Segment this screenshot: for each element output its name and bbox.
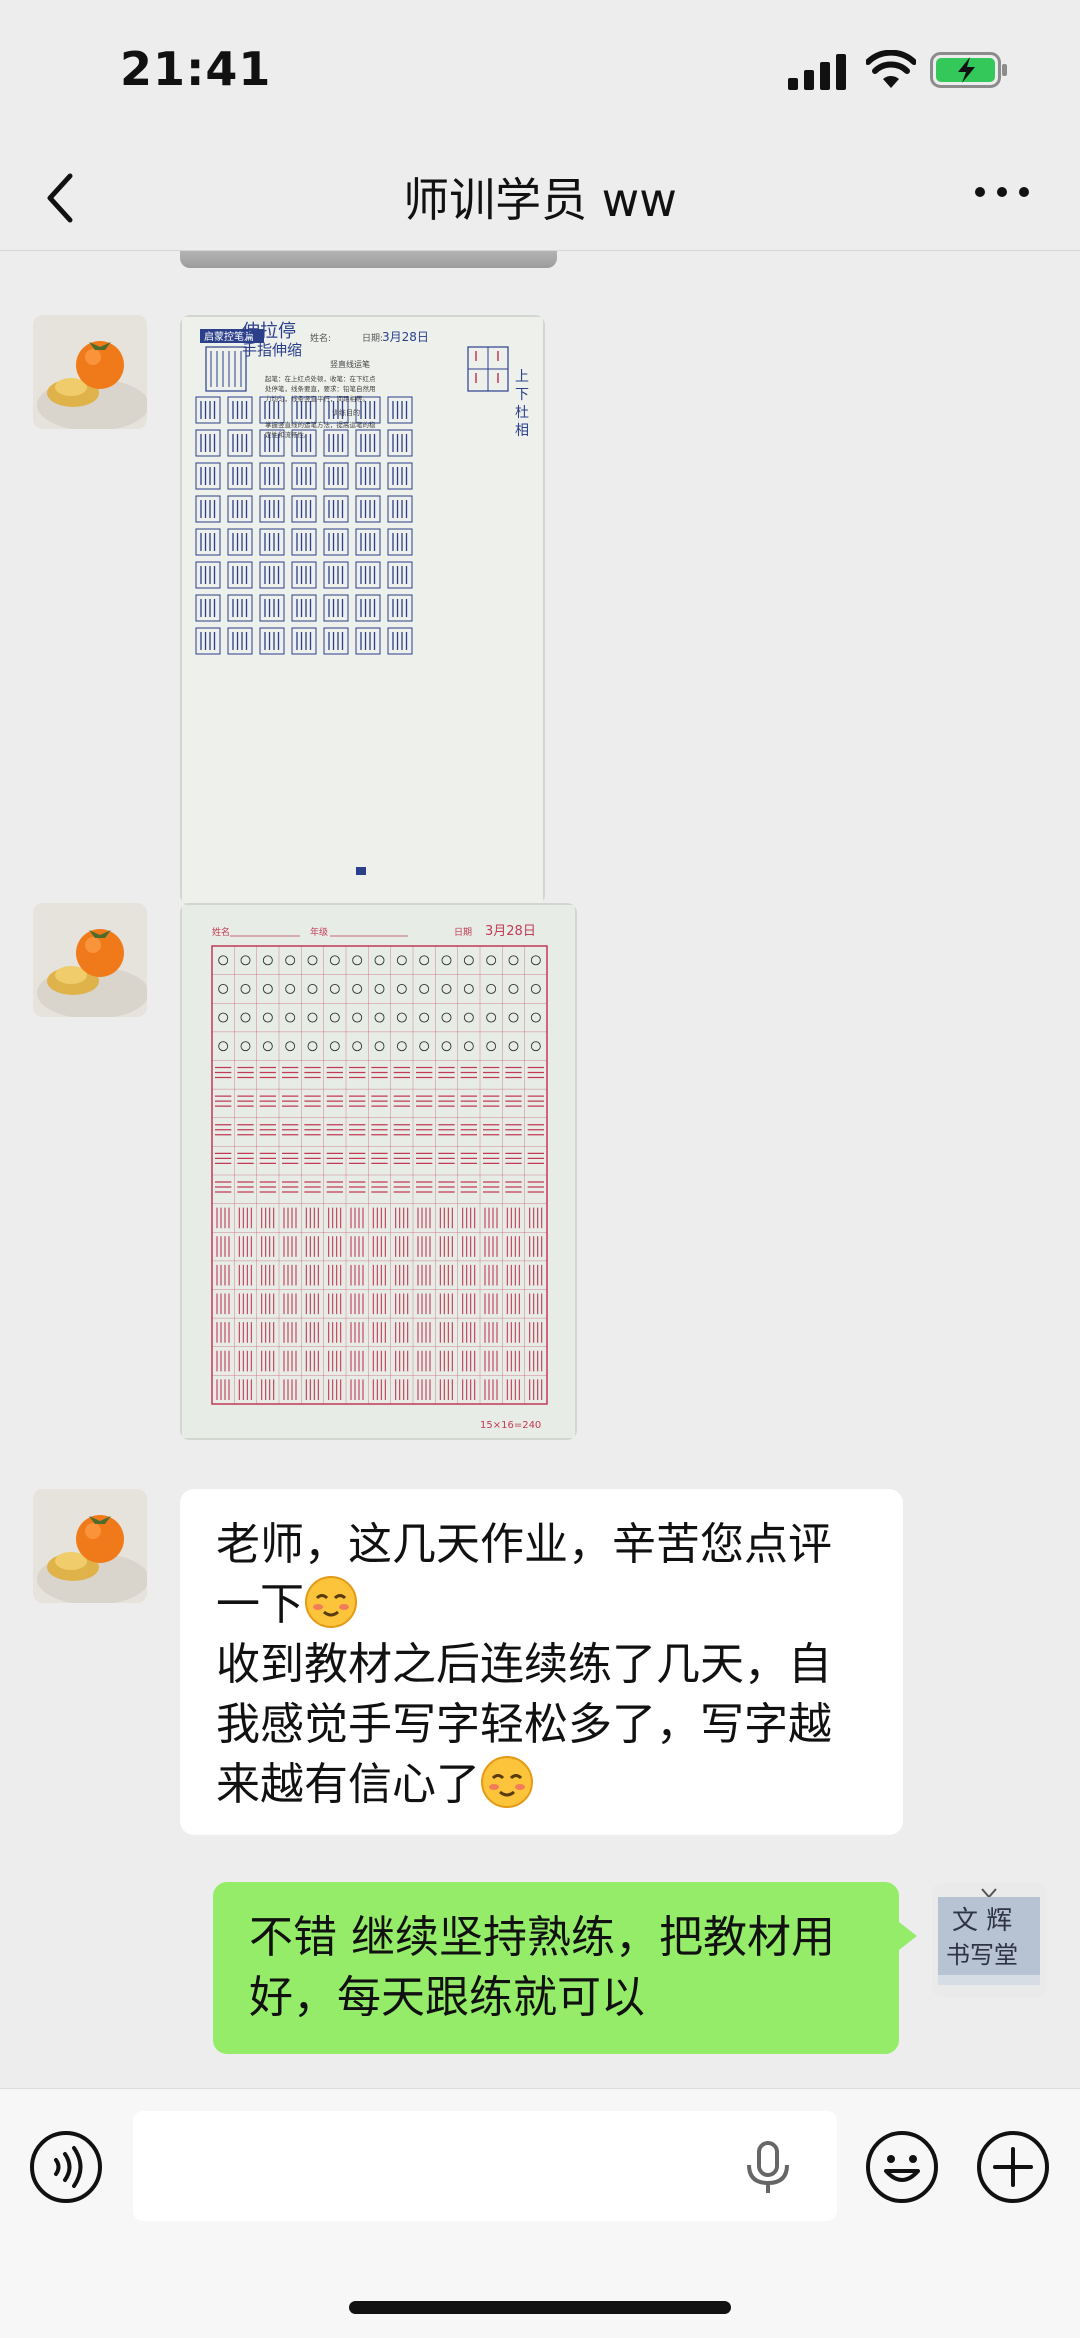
message-line: 不错 继续坚持熟练，把教材用 (249, 1912, 835, 1963)
message-line: 老师，这几天作业，辛苦您点评 (216, 1519, 832, 1570)
worksheet-side-note-3: 杜 (515, 405, 529, 421)
worksheet-title-2: 手指伸缩 (242, 341, 302, 359)
worksheet-title-1: 伸拉停 (242, 321, 296, 342)
outgoing-text-message[interactable]: 不错 继续坚持熟练，把教材用 好，每天跟练就可以 (213, 1882, 917, 2054)
worksheet-goal-1: 掌握竖直线的运笔方法，提高运笔的稳 (265, 420, 376, 429)
message-line: 好，每天跟练就可以 (249, 1972, 645, 2023)
message-line: 来越有信心了 (216, 1755, 867, 1815)
message-line: 我感觉手写字轻松多了，写字越 (216, 1699, 832, 1750)
worksheet-side-note-2: 下 (515, 387, 529, 403)
contact-avatar[interactable] (33, 1489, 147, 1603)
emoji-icon[interactable] (864, 2129, 940, 2205)
my-avatar[interactable]: 文 辉 书写堂 (932, 1883, 1046, 1997)
chat-title: 师训学员 ww (403, 173, 677, 227)
worksheet2-grade-label: 年级 (310, 926, 328, 938)
message-line: 一下 (216, 1575, 867, 1635)
avatar-text-line2: 书写堂 (946, 1941, 1018, 1969)
more-dots-icon[interactable] (972, 182, 1032, 202)
previous-image-fragment[interactable] (180, 251, 557, 268)
worksheet2-footer: 15×16=240 (480, 1420, 541, 1431)
status-bar: 21:41 (0, 0, 1080, 140)
worksheet-goal-2: 定性和流畅性。 (265, 430, 311, 439)
message-line-text: 来越有信心了 (216, 1759, 480, 1810)
voice-mode-icon[interactable] (28, 2129, 104, 2205)
blushing-smile-emoji-icon (481, 1756, 533, 1808)
worksheet-name-label: 姓名: (310, 332, 331, 344)
image-message-worksheet-red[interactable]: 姓名 年级 日期 3月28日 15×16=240 (180, 903, 577, 1440)
worksheet2-date-label: 日期 (454, 927, 472, 938)
worksheet-date-label: 日期: (362, 333, 383, 344)
plus-icon[interactable] (975, 2129, 1051, 2205)
avatar-text-line1: 文 辉 (952, 1906, 1012, 1936)
contact-avatar[interactable] (33, 903, 147, 1017)
home-indicator (349, 2301, 731, 2314)
contact-avatar[interactable] (33, 315, 147, 429)
image-message-worksheet-blue[interactable]: 启蒙控笔篇 伸拉停 手指伸缩 姓名: 日期: 3月28日 竖直线运笔 起笔：在上… (180, 315, 545, 905)
chat-header: 师训学员 ww (0, 140, 1080, 251)
worksheet-date-value: 3月28日 (382, 330, 429, 344)
battery-charging-icon (930, 52, 1007, 88)
worksheet-note-2: 处停笔，线条要直，要求：铅笔自然用 (265, 384, 376, 393)
cellular-signal-icon (788, 54, 846, 90)
incoming-text-message[interactable]: 老师，这几天作业，辛苦您点评 一下 收到教材之后连续练了几天，自 我感觉手写字轻… (180, 1489, 903, 1835)
blushing-smile-emoji-icon (305, 1576, 357, 1628)
wifi-icon (866, 50, 916, 88)
worksheet2-date-value: 3月28日 (485, 924, 536, 939)
worksheet-side-note-1: 上 (515, 369, 529, 385)
worksheet-note-3: 力均匀，线条竖直平行，间距相等。 (265, 394, 369, 403)
message-list[interactable]: 启蒙控笔篇 伸拉停 手指伸缩 姓名: 日期: 3月28日 竖直线运笔 起笔：在上… (0, 251, 1080, 2087)
message-line-text: 一下 (216, 1579, 304, 1630)
status-time: 21:41 (120, 42, 272, 96)
microphone-icon[interactable] (743, 2141, 793, 2195)
message-input[interactable] (133, 2111, 837, 2221)
message-line: 收到教材之后连续练了几天，自 (216, 1639, 832, 1690)
worksheet-side-note-4: 相 (515, 423, 529, 439)
worksheet-note-title: 竖直线运笔 (330, 359, 370, 369)
worksheet-note-1: 起笔：在上红点处顿，收笔：在下红点 (265, 374, 376, 383)
worksheet2-name-label: 姓名 (212, 926, 230, 938)
